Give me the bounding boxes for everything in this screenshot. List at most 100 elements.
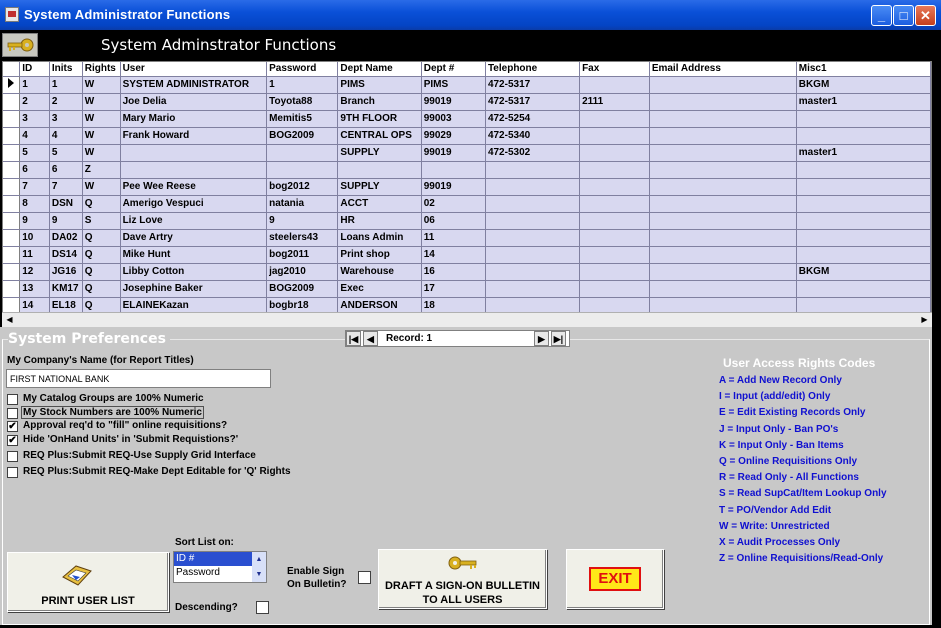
scroll-down-icon[interactable]: ▼ [252, 567, 266, 582]
table-cell[interactable]: 9 [266, 212, 339, 230]
app-icon[interactable] [5, 7, 19, 22]
table-cell[interactable]: 99019 [421, 144, 486, 162]
first-record-icon[interactable]: |◀ [346, 331, 361, 346]
table-cell[interactable] [796, 178, 931, 196]
company-name-input[interactable]: FIRST NATIONAL BANK [6, 369, 271, 388]
table-cell[interactable]: Joe Delia [120, 93, 268, 111]
table-cell[interactable]: 99003 [421, 110, 486, 128]
table-cell[interactable] [796, 212, 931, 230]
table-cell[interactable]: SUPPLY [337, 144, 422, 162]
previous-record-icon[interactable]: ◀ [363, 331, 378, 346]
table-cell[interactable]: Q [82, 280, 121, 298]
column-header[interactable]: Rights [82, 62, 121, 77]
table-cell[interactable] [579, 127, 650, 145]
table-cell[interactable]: Mike Hunt [120, 246, 268, 264]
table-cell[interactable] [649, 263, 797, 281]
row-selector[interactable] [3, 110, 21, 128]
catalog-numeric-checkbox[interactable] [7, 394, 18, 405]
table-cell[interactable] [649, 76, 797, 94]
table-cell[interactable] [649, 246, 797, 264]
sort-list-select[interactable]: ID # Password ▲ ▼ [173, 551, 267, 583]
table-cell[interactable] [579, 280, 650, 298]
table-cell[interactable]: 16 [421, 263, 486, 281]
column-header[interactable]: Dept Name [337, 62, 422, 77]
table-cell[interactable] [485, 161, 581, 179]
table-cell[interactable]: 9 [49, 212, 83, 230]
table-row[interactable]: 1 1 W SYSTEM ADMINISTRATOR 1 PIMS PIMS 472-5317… [3, 76, 931, 94]
table-cell[interactable]: Pee Wee Reese [120, 178, 268, 196]
table-cell[interactable]: master1 [796, 144, 931, 162]
table-cell[interactable]: Print shop [337, 246, 422, 264]
table-row[interactable]: 3 3 W Mary Mario Memitis5 9TH FLOOR 99003 472-5… [3, 110, 931, 128]
table-cell[interactable] [266, 144, 339, 162]
table-row[interactable]: 2 2 W Joe Delia Toyota88 Branch 99019 472-5317 2… [3, 93, 931, 111]
table-row[interactable]: 13 KM17 Q Josephine Baker BOG2009 Exec 17 [3, 280, 931, 298]
table-cell[interactable]: bog2012 [266, 178, 339, 196]
table-cell[interactable] [796, 195, 931, 213]
table-cell[interactable] [796, 110, 931, 128]
table-cell[interactable]: 02 [421, 195, 486, 213]
table-cell[interactable]: 4 [19, 127, 50, 145]
table-cell[interactable] [649, 229, 797, 247]
row-selector[interactable] [3, 178, 21, 196]
table-cell[interactable]: BKGM [796, 263, 931, 281]
table-cell[interactable]: W [82, 144, 121, 162]
row-selector[interactable] [3, 195, 21, 213]
table-cell[interactable]: Amerigo Vespuci [120, 195, 268, 213]
table-cell[interactable]: 6 [49, 161, 83, 179]
table-cell[interactable]: 472-5340 [485, 127, 581, 145]
row-selector-header[interactable] [3, 62, 21, 77]
table-cell[interactable]: W [82, 110, 121, 128]
table-row[interactable]: 66Z [3, 161, 931, 179]
minimize-button[interactable]: _ [871, 5, 892, 26]
table-cell[interactable] [649, 280, 797, 298]
users-grid[interactable]: ID Inits Rights User Password Dept Name … [2, 61, 932, 327]
table-cell[interactable] [485, 178, 581, 196]
scroll-right-icon[interactable]: ▶ [917, 313, 932, 327]
table-cell[interactable] [579, 229, 650, 247]
table-cell[interactable] [579, 246, 650, 264]
table-cell[interactable]: Dave Artry [120, 229, 268, 247]
row-selector[interactable] [3, 76, 21, 94]
table-cell[interactable]: 472-5254 [485, 110, 581, 128]
table-cell[interactable] [421, 161, 486, 179]
table-cell[interactable] [796, 127, 931, 145]
exit-button[interactable]: EXIT [566, 549, 664, 609]
table-cell[interactable]: 2111 [579, 93, 650, 111]
table-cell[interactable]: natania [266, 195, 339, 213]
table-cell[interactable]: 99019 [421, 178, 486, 196]
table-cell[interactable]: BOG2009 [266, 280, 339, 298]
table-cell[interactable]: 5 [19, 144, 50, 162]
row-selector[interactable] [3, 127, 21, 145]
table-cell[interactable]: BKGM [796, 76, 931, 94]
print-user-list-button[interactable]: PRINT USER LIST [7, 552, 169, 612]
table-cell[interactable]: Warehouse [337, 263, 422, 281]
table-cell[interactable]: Q [82, 263, 121, 281]
table-cell[interactable] [796, 161, 931, 179]
table-cell[interactable] [649, 144, 797, 162]
table-cell[interactable]: 99019 [421, 93, 486, 111]
table-cell[interactable] [579, 178, 650, 196]
next-record-icon[interactable]: ▶ [534, 331, 549, 346]
table-cell[interactable] [266, 161, 339, 179]
table-cell[interactable]: DSN [49, 195, 83, 213]
row-selector[interactable] [3, 212, 21, 230]
table-cell[interactable]: JG16 [49, 263, 83, 281]
table-cell[interactable]: Loans Admin [337, 229, 422, 247]
table-cell[interactable]: 472-5302 [485, 144, 581, 162]
table-cell[interactable]: 12 [19, 263, 50, 281]
table-cell[interactable]: Exec [337, 280, 422, 298]
table-cell[interactable]: DS14 [49, 246, 83, 264]
table-cell[interactable]: 06 [421, 212, 486, 230]
table-row[interactable]: 7 7 W Pee Wee Reese bog2012 SUPPLY 99019 [3, 178, 931, 196]
scroll-up-icon[interactable]: ▲ [252, 552, 266, 567]
table-cell[interactable] [120, 161, 268, 179]
dept-editable-checkbox[interactable] [7, 467, 18, 478]
table-cell[interactable]: SUPPLY [337, 178, 422, 196]
table-cell[interactable]: 3 [19, 110, 50, 128]
table-cell[interactable] [485, 263, 581, 281]
column-header[interactable]: Inits [49, 62, 83, 77]
table-cell[interactable]: 6 [19, 161, 50, 179]
table-cell[interactable]: 99029 [421, 127, 486, 145]
table-cell[interactable] [485, 212, 581, 230]
